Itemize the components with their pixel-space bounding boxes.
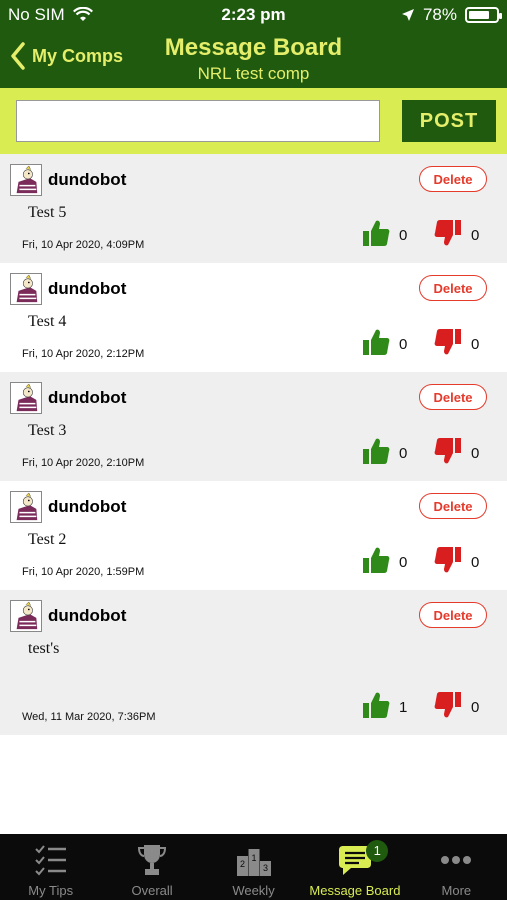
svg-text:1: 1 bbox=[251, 853, 256, 863]
trophy-icon bbox=[134, 842, 170, 878]
location-arrow-icon bbox=[401, 9, 414, 21]
podium-icon: 12 3 bbox=[236, 842, 272, 878]
post-button[interactable]: POST bbox=[402, 100, 496, 142]
status-right: 78% bbox=[401, 5, 502, 25]
delete-button[interactable]: Delete bbox=[419, 602, 487, 628]
post-bar: POST bbox=[0, 88, 507, 154]
thumbs-down-icon bbox=[433, 436, 463, 471]
message-row: dundobot Delete Test 3 Fri, 10 Apr 2020,… bbox=[0, 372, 507, 481]
delete-button[interactable]: Delete bbox=[419, 384, 487, 410]
message-row: dundobot Delete test's Wed, 11 Mar 2020,… bbox=[0, 590, 507, 735]
message-username: dundobot bbox=[48, 606, 127, 625]
like-count: 0 bbox=[399, 554, 408, 571]
notification-badge: 1 bbox=[366, 840, 389, 862]
tab-my-tips[interactable]: My Tips bbox=[0, 834, 101, 900]
thumbs-down-icon bbox=[433, 218, 463, 253]
page-subtitle: NRL test comp bbox=[197, 64, 310, 83]
thumbs-up-icon bbox=[361, 436, 391, 471]
message-row: dundobot Delete Test 2 Fri, 10 Apr 2020,… bbox=[0, 481, 507, 590]
tab-label: Weekly bbox=[232, 883, 275, 898]
avatar bbox=[10, 382, 42, 414]
vote-group: 0 0 bbox=[361, 218, 491, 253]
delete-button[interactable]: Delete bbox=[419, 275, 487, 301]
thumbs-down-icon bbox=[433, 690, 463, 725]
vote-group: 0 0 bbox=[361, 327, 491, 362]
dislike-count: 0 bbox=[471, 554, 480, 571]
battery-fill bbox=[469, 11, 489, 19]
message-text: Test 5 bbox=[28, 204, 67, 221]
avatar bbox=[10, 273, 42, 305]
avatar bbox=[10, 600, 42, 632]
message-text: Test 4 bbox=[28, 313, 67, 330]
message-date: Fri, 10 Apr 2020, 1:59PM bbox=[22, 566, 145, 578]
dislike-count: 0 bbox=[471, 445, 480, 462]
message-date: Fri, 10 Apr 2020, 2:10PM bbox=[22, 457, 145, 469]
tab-label: More bbox=[441, 883, 472, 898]
dislike-count: 0 bbox=[471, 699, 480, 716]
status-bar: No SIM 2:23 pm 78% bbox=[0, 0, 507, 30]
battery-percent: 78% bbox=[422, 5, 457, 24]
like-count: 1 bbox=[399, 699, 408, 716]
thumbs-up-icon bbox=[361, 218, 391, 253]
nav-bar: My Comps Message Board NRL test comp bbox=[0, 30, 507, 88]
message-row: dundobot Delete Test 5 Fri, 10 Apr 2020,… bbox=[0, 154, 507, 263]
more-dots-icon bbox=[438, 842, 474, 878]
message-username: dundobot bbox=[48, 279, 127, 298]
page-title: Message Board bbox=[164, 34, 343, 61]
battery-icon bbox=[465, 7, 502, 23]
dislike-button[interactable]: 0 bbox=[433, 327, 491, 362]
app-header: No SIM 2:23 pm 78% My Comps Message Boar… bbox=[0, 0, 507, 88]
delete-button[interactable]: Delete bbox=[419, 166, 487, 192]
nav-titles: Message Board NRL test comp bbox=[0, 34, 507, 84]
dislike-button[interactable]: 0 bbox=[433, 545, 491, 580]
tab-message-board[interactable]: Message Board 1 bbox=[304, 834, 405, 900]
like-count: 0 bbox=[399, 336, 408, 353]
tab-label: Message Board bbox=[309, 883, 401, 898]
message-username: dundobot bbox=[48, 170, 127, 189]
message-text: test's bbox=[28, 640, 60, 657]
message-username: dundobot bbox=[48, 497, 127, 516]
message-text: Test 3 bbox=[28, 422, 67, 439]
tab-more[interactable]: More bbox=[406, 834, 507, 900]
tab-label: Overall bbox=[131, 883, 173, 898]
message-date: Fri, 10 Apr 2020, 4:09PM bbox=[22, 239, 145, 251]
dislike-button[interactable]: 0 bbox=[433, 436, 491, 471]
checklist-icon bbox=[33, 842, 69, 878]
vote-group: 0 0 bbox=[361, 436, 491, 471]
like-button[interactable]: 0 bbox=[361, 545, 419, 580]
message-username: dundobot bbox=[48, 388, 127, 407]
like-count: 0 bbox=[399, 445, 408, 462]
message-date: Fri, 10 Apr 2020, 2:12PM bbox=[22, 348, 145, 360]
like-button[interactable]: 0 bbox=[361, 436, 419, 471]
dislike-count: 0 bbox=[471, 227, 480, 244]
tab-label: My Tips bbox=[28, 883, 74, 898]
avatar bbox=[10, 164, 42, 196]
dislike-button[interactable]: 0 bbox=[433, 690, 491, 725]
message-row: dundobot Delete Test 4 Fri, 10 Apr 2020,… bbox=[0, 263, 507, 372]
thumbs-up-icon bbox=[361, 690, 391, 725]
tab-weekly[interactable]: 12 3 Weekly bbox=[203, 834, 304, 900]
tab-overall[interactable]: Overall bbox=[101, 834, 202, 900]
svg-text:3: 3 bbox=[263, 863, 268, 873]
message-text: Test 2 bbox=[28, 531, 67, 548]
dislike-count: 0 bbox=[471, 336, 480, 353]
message-input[interactable] bbox=[16, 100, 380, 142]
vote-group: 0 0 bbox=[361, 545, 491, 580]
like-button[interactable]: 0 bbox=[361, 218, 419, 253]
like-count: 0 bbox=[399, 227, 408, 244]
like-button[interactable]: 1 bbox=[361, 690, 419, 725]
svg-text:2: 2 bbox=[240, 859, 245, 869]
thumbs-down-icon bbox=[433, 327, 463, 362]
avatar bbox=[10, 491, 42, 523]
dislike-button[interactable]: 0 bbox=[433, 218, 491, 253]
like-button[interactable]: 0 bbox=[361, 327, 419, 362]
delete-button[interactable]: Delete bbox=[419, 493, 487, 519]
tab-bar: My Tips Overall 123 Weekly Message Board… bbox=[0, 834, 507, 900]
thumbs-up-icon bbox=[361, 545, 391, 580]
message-date: Wed, 11 Mar 2020, 7:36PM bbox=[22, 711, 156, 723]
message-list: dundobot Delete Test 5 Fri, 10 Apr 2020,… bbox=[0, 154, 507, 735]
vote-group: 1 0 bbox=[361, 690, 491, 725]
thumbs-up-icon bbox=[361, 327, 391, 362]
thumbs-down-icon bbox=[433, 545, 463, 580]
